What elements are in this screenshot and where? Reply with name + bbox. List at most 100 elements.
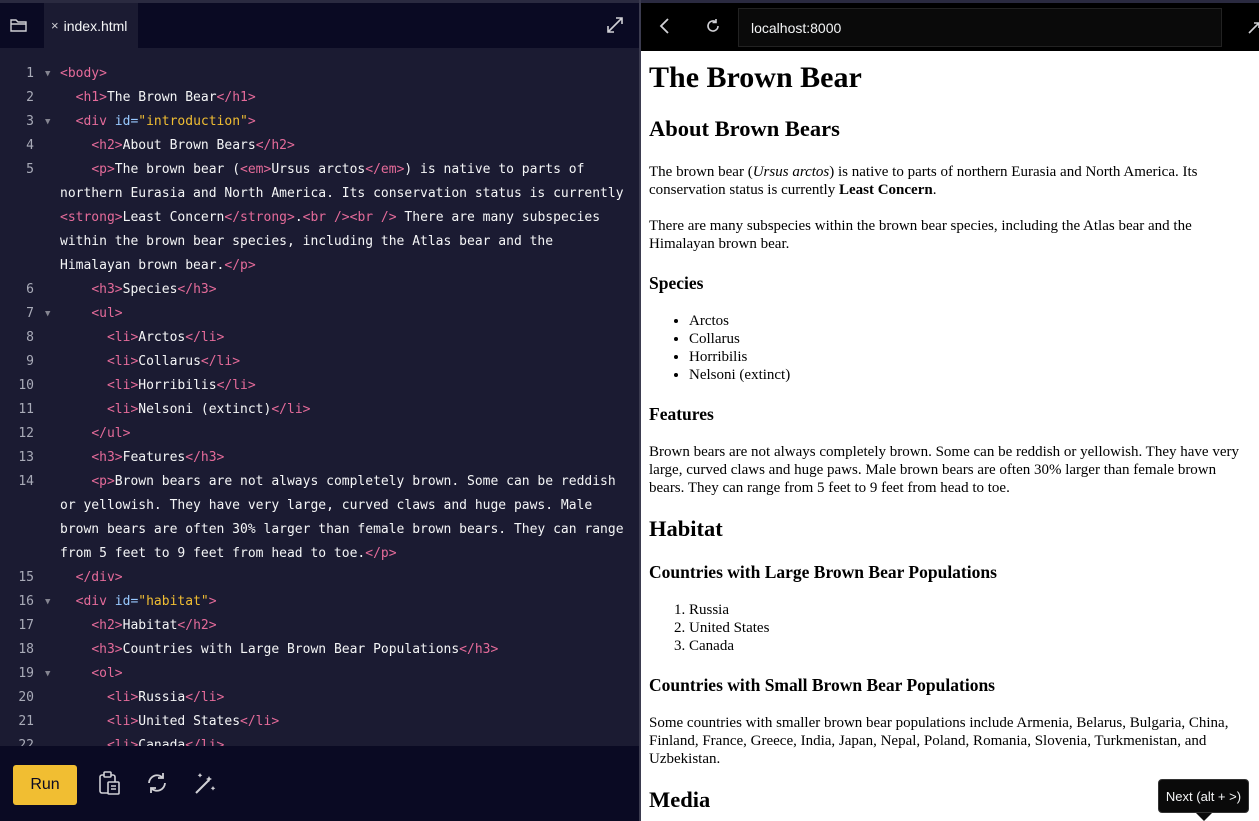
code-content: <li>Russia</li> — [60, 686, 626, 710]
code-token: Nelsoni (extinct) — [138, 402, 272, 417]
code-token: . — [294, 210, 303, 225]
code-token: <body> — [60, 66, 107, 81]
list-item: Arctos — [689, 312, 1249, 330]
code-line[interactable]: 15 </div> — [0, 566, 639, 590]
line-number: 18 — [18, 642, 34, 657]
expand-preview-icon[interactable] — [1247, 19, 1259, 35]
intro-emphasis: Ursus arctos — [752, 164, 830, 180]
code-token: </li> — [240, 714, 280, 729]
code-token: Russia — [138, 690, 186, 705]
code-token: <br /> — [302, 210, 350, 225]
line-number: 15 — [18, 570, 34, 585]
file-tab-index-html[interactable]: × index.html — [44, 3, 138, 48]
intro-text: There are many subspecies within the bro… — [649, 218, 1192, 252]
intro-strong: Least Concern — [838, 182, 933, 198]
code-line[interactable]: 19 ▼ <ol> — [0, 662, 639, 686]
code-line[interactable]: 13 <h3>Features</h3> — [0, 446, 639, 470]
code-token: <li> — [106, 354, 139, 369]
code-line[interactable]: 10 <li>Horribilis</li> — [0, 374, 639, 398]
code-content: <h1>The Brown Bear</h1> — [60, 86, 626, 110]
large-populations-heading: Countries with Large Brown Bear Populati… — [649, 562, 997, 582]
close-tab-icon[interactable]: × — [51, 18, 59, 33]
line-number: 6 — [26, 282, 34, 297]
code-content: <h3>Countries with Large Brown Bear Popu… — [60, 638, 626, 662]
code-line[interactable]: 22 <li>Canada</li> — [0, 734, 639, 746]
code-token: Least Concern — [122, 210, 225, 225]
code-content: <body> — [60, 62, 626, 86]
rendered-page: The Brown Bear About Brown Bears The bro… — [649, 51, 1249, 813]
code-line[interactable]: 7 ▼ <ul> — [0, 302, 639, 326]
url-input[interactable]: localhost:8000 — [738, 8, 1222, 47]
code-token: </li> — [200, 354, 241, 369]
code-line[interactable]: 18 <h3>Countries with Large Brown Bear P… — [0, 638, 639, 662]
line-number: 11 — [18, 402, 34, 417]
code-content: <h2>About Brown Bears</h2> — [60, 134, 626, 158]
run-button[interactable]: Run — [13, 765, 77, 805]
list-item: Russia — [689, 601, 1249, 619]
code-content: <h2>Habitat</h2> — [60, 614, 626, 638]
code-line[interactable]: 2 <h1>The Brown Bear</h1> — [0, 86, 639, 110]
list-item: United States — [689, 619, 1249, 637]
code-line[interactable]: 4 <h2>About Brown Bears</h2> — [0, 134, 639, 158]
magic-wand-icon[interactable] — [192, 770, 218, 796]
fold-toggle-icon[interactable]: ▼ — [45, 662, 50, 686]
small-populations-paragraph: Some countries with smaller brown bear p… — [649, 715, 1229, 767]
code-token: </div> — [75, 570, 123, 585]
code-line[interactable]: 1 ▼ <body> — [0, 62, 639, 86]
clipboard-icon[interactable] — [96, 770, 122, 796]
code-line[interactable]: 6 <h3>Species</h3> — [0, 278, 639, 302]
intro-text: . — [932, 182, 937, 198]
code-content: <li>Collarus</li> — [60, 350, 626, 374]
line-number: 19 — [18, 666, 34, 681]
code-area[interactable]: 1 ▼ <body> 2 <h1>The Brown Bear</h1> 3 ▼ <div… — [0, 62, 639, 746]
code-content: <div id="introduction"> — [60, 110, 626, 134]
fold-toggle-icon[interactable]: ▼ — [45, 62, 50, 86]
code-token: <h3> — [91, 450, 123, 465]
code-line[interactable]: 3 ▼ <div id="introduction"> — [0, 110, 639, 134]
species-list: ArctosCollarusHorribilisNelsoni (extinct… — [649, 312, 1249, 384]
code-content: <li>Canada</li> — [60, 734, 626, 746]
reload-icon[interactable] — [704, 17, 722, 35]
list-item: Collarus — [689, 330, 1249, 348]
code-line[interactable]: 14 <p>Brown bears are not always complet… — [0, 470, 639, 566]
code-token: </h3> — [185, 450, 225, 465]
code-token: <h2> — [91, 618, 123, 633]
back-icon[interactable] — [657, 17, 673, 35]
code-line[interactable]: 21 <li>United States</li> — [0, 710, 639, 734]
code-line[interactable]: 20 <li>Russia</li> — [0, 686, 639, 710]
code-token: <br /> — [349, 210, 397, 225]
code-line[interactable]: 8 <li>Arctos</li> — [0, 326, 639, 350]
code-content: <p>The brown bear (<em>Ursus arctos</em>… — [60, 158, 626, 278]
code-token: "habitat" — [138, 594, 209, 609]
code-line[interactable]: 17 <h2>Habitat</h2> — [0, 614, 639, 638]
code-token: </h2> — [177, 618, 217, 633]
code-line[interactable]: 9 <li>Collarus</li> — [0, 350, 639, 374]
folder-icon[interactable] — [10, 17, 28, 33]
code-line[interactable]: 11 <li>Nelsoni (extinct)</li> — [0, 398, 639, 422]
species-heading: Species — [649, 273, 704, 293]
reset-icon[interactable] — [144, 770, 170, 796]
line-number: 22 — [18, 738, 34, 746]
code-line[interactable]: 12 </ul> — [0, 422, 639, 446]
next-tooltip[interactable]: Next (alt + >) — [1158, 779, 1249, 813]
line-number: 3 — [26, 114, 34, 129]
code-token: The brown bear ( — [114, 162, 241, 177]
code-token: <li> — [106, 330, 139, 345]
line-number: 16 — [18, 594, 34, 609]
code-token: </li> — [185, 738, 225, 746]
code-token: id= — [114, 114, 139, 129]
code-token: Species — [122, 282, 178, 297]
code-line[interactable]: 16 ▼ <div id="habitat"> — [0, 590, 639, 614]
code-content: </div> — [60, 566, 626, 590]
expand-icon[interactable] — [605, 15, 625, 35]
features-heading: Features — [649, 404, 714, 424]
fold-toggle-icon[interactable]: ▼ — [45, 302, 50, 326]
preview-pane: localhost:8000 The Brown Bear About Brow… — [641, 0, 1259, 821]
fold-toggle-icon[interactable]: ▼ — [45, 110, 50, 134]
large-countries-list: RussiaUnited StatesCanada — [649, 601, 1249, 655]
code-line[interactable]: 5 <p>The brown bear (<em>Ursus arctos</e… — [0, 158, 639, 278]
habitat-heading: Habitat — [649, 516, 723, 541]
code-token: <div — [75, 114, 115, 129]
code-token: Features — [122, 450, 186, 465]
fold-toggle-icon[interactable]: ▼ — [45, 590, 50, 614]
